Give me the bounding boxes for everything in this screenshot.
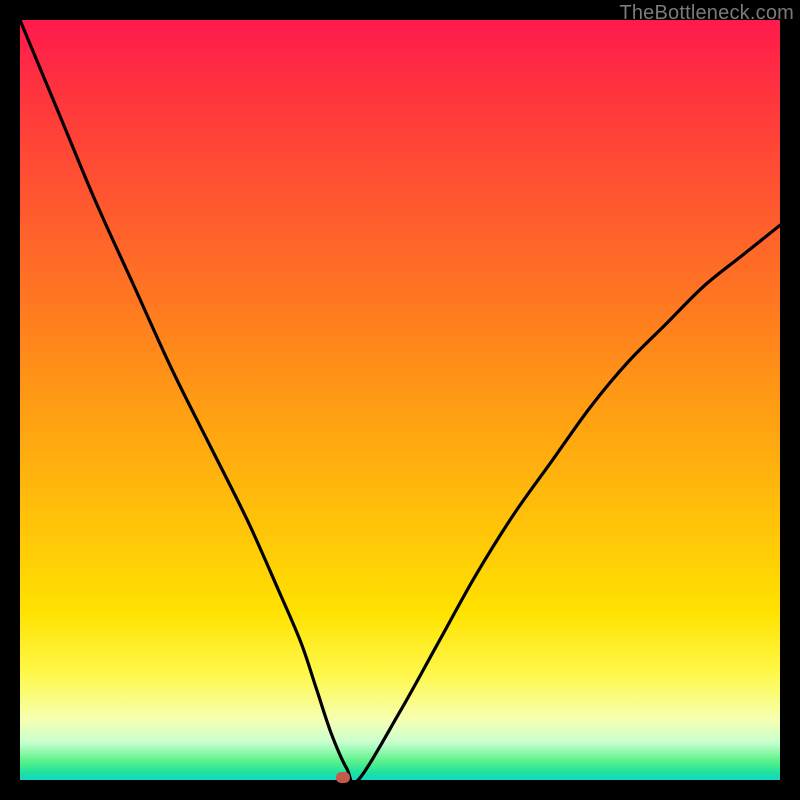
chart-frame [20,20,780,780]
notch-marker [336,772,350,783]
chart-background-gradient [20,20,780,780]
